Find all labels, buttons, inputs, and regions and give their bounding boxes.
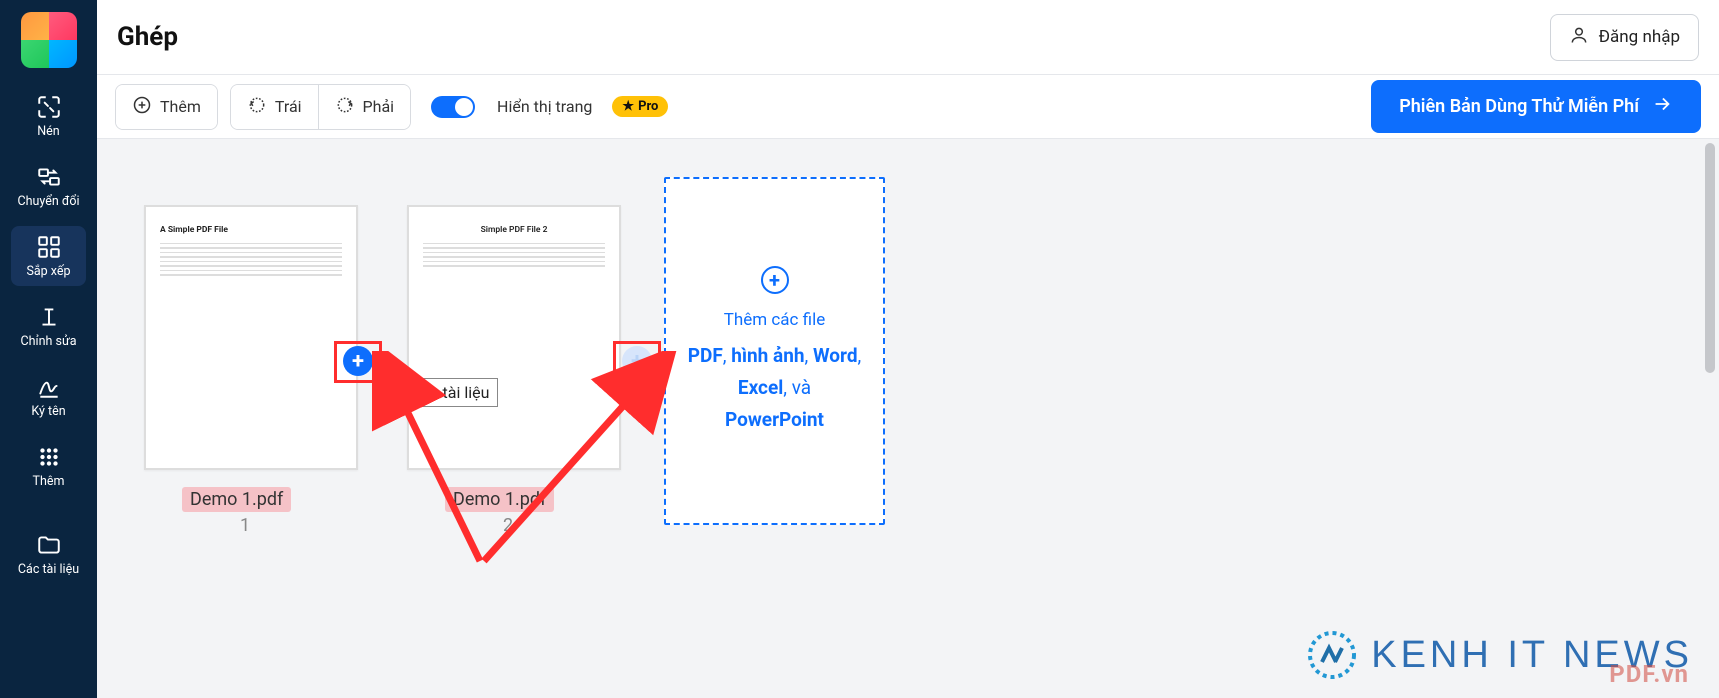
sidebar-item-sign[interactable]: Ký tên — [11, 366, 86, 426]
star-icon: ★ — [622, 99, 634, 114]
more-icon — [36, 444, 62, 470]
plus-icon — [132, 95, 152, 119]
app-logo[interactable] — [21, 12, 77, 68]
sidebar-item-documents[interactable]: Các tài liệu — [11, 524, 86, 584]
watermark-icon — [1307, 630, 1357, 680]
file-index-2: 2 — [503, 515, 513, 536]
compress-icon — [36, 94, 62, 120]
add-button[interactable]: Thêm — [116, 85, 217, 129]
dropzone-types: PDF, hình ảnh, Word, Excel, vàPowerPoint — [688, 340, 862, 437]
page-thumbnail-2[interactable]: Simple PDF File 2 — [407, 205, 621, 470]
canvas-area: A Simple PDF File Demo 1.pdf 1 Simple PD… — [97, 139, 1719, 698]
preview-lines — [423, 243, 605, 267]
insert-between-button-1[interactable]: + — [343, 346, 373, 376]
scrollbar-thumb[interactable] — [1705, 143, 1715, 373]
plus-circle-icon: + — [343, 346, 373, 376]
user-icon — [1569, 25, 1589, 50]
free-trial-label: Phiên Bản Dùng Thử Miễn Phí — [1399, 96, 1639, 117]
plus-circle-icon: + — [622, 346, 652, 376]
login-label: Đăng nhập — [1599, 27, 1680, 47]
dropzone[interactable]: + Thêm các file PDF, hình ảnh, Word, Exc… — [664, 177, 885, 525]
rotate-right-label: Phải — [363, 97, 395, 116]
login-button[interactable]: Đăng nhập — [1550, 14, 1699, 61]
rotate-left-button[interactable]: Trái — [231, 85, 318, 129]
file-index-1: 1 — [240, 515, 250, 536]
rotate-left-icon — [247, 95, 267, 119]
watermark-sub: PDF.vn — [1609, 660, 1689, 688]
rotate-right-icon — [335, 95, 355, 119]
folder-icon — [36, 532, 62, 558]
edit-icon — [36, 304, 62, 330]
rotate-left-label: Trái — [275, 97, 302, 116]
sidebar-item-convert[interactable]: Chuyển đổi — [11, 156, 86, 216]
insert-between-button-2[interactable]: + — [622, 346, 652, 376]
preview-title-1: A Simple PDF File — [160, 225, 342, 237]
preview-lines — [160, 243, 342, 276]
arrow-right-icon — [1651, 93, 1673, 120]
sidebar-item-organize[interactable]: Sắp xếp — [11, 226, 86, 286]
add-label: Thêm — [160, 97, 201, 116]
sidebar-item-more[interactable]: Thêm — [11, 436, 86, 496]
organize-icon — [36, 234, 62, 260]
dropzone-intro: Thêm các file — [724, 310, 825, 330]
rotate-right-button[interactable]: Phải — [318, 85, 411, 129]
page-title: Ghép — [117, 22, 178, 52]
sidebar-item-edit[interactable]: Chỉnh sửa — [11, 296, 86, 356]
header: Ghép Đăng nhập — [97, 0, 1719, 75]
toolbar: Thêm Trái Phải Hiển thị trang ★ Pro Phiê… — [97, 75, 1719, 139]
sidebar: Nén Chuyển đổi Sắp xếp Chỉnh sửa Ký tên — [0, 0, 97, 698]
show-pages-toggle[interactable] — [431, 96, 475, 118]
convert-icon — [36, 164, 62, 190]
free-trial-button[interactable]: Phiên Bản Dùng Thử Miễn Phí — [1371, 80, 1701, 133]
dropzone-plus-icon: + — [761, 266, 789, 294]
vertical-scrollbar[interactable] — [1703, 139, 1717, 698]
pro-badge: ★ Pro — [612, 96, 668, 117]
add-file-tooltip: thêm tài liệu — [393, 378, 498, 407]
sign-icon — [36, 374, 62, 400]
toggle-label: Hiển thị trang — [497, 97, 592, 116]
preview-title-2: Simple PDF File 2 — [423, 225, 605, 237]
file-name-1: Demo 1.pdf — [182, 487, 291, 512]
sidebar-item-compress[interactable]: Nén — [11, 86, 86, 146]
page-thumbnail-1[interactable]: A Simple PDF File — [144, 205, 358, 470]
file-name-2: Demo 1.pdf — [445, 487, 554, 512]
